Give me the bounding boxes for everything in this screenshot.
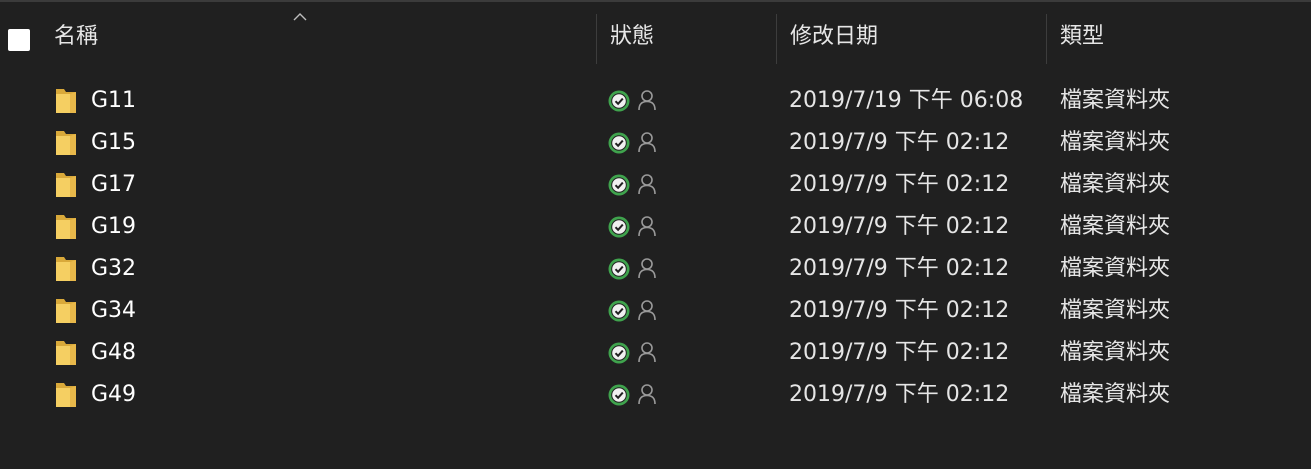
column-header-status[interactable]: 狀態 (610, 2, 775, 66)
file-row[interactable]: G48 2019/7/9 下午 02:12 檔案資料夾 (0, 332, 1311, 374)
check-circle-icon (608, 384, 630, 406)
check-circle-icon (608, 90, 630, 112)
folder-icon (56, 215, 76, 239)
file-name: G17 (91, 172, 137, 197)
folder-icon (56, 257, 76, 281)
person-icon (638, 300, 656, 321)
column-divider[interactable] (1046, 14, 1047, 64)
person-icon (638, 132, 656, 153)
file-modified-date: 2019/7/9 下午 02:12 (789, 214, 1010, 239)
file-name: G19 (91, 214, 137, 239)
file-type: 檔案資料夾 (1060, 88, 1171, 113)
column-divider[interactable] (596, 14, 597, 64)
folder-icon (56, 383, 76, 407)
folder-icon (56, 173, 76, 197)
check-circle-icon (608, 174, 630, 196)
file-name: G32 (91, 256, 137, 281)
file-name: G15 (91, 130, 137, 155)
file-modified-date: 2019/7/9 下午 02:12 (789, 298, 1010, 323)
column-header-type-label: 類型 (1060, 24, 1105, 49)
file-type: 檔案資料夾 (1060, 298, 1171, 323)
check-circle-icon (608, 300, 630, 322)
file-row[interactable]: G11 2019/7/19 下午 06:08 檔案資料夾 (0, 80, 1311, 122)
file-list: G11 2019/7/19 下午 06:08 檔案資料夾 G15 2019/7/… (0, 80, 1311, 416)
file-row[interactable]: G49 2019/7/9 下午 02:12 檔案資料夾 (0, 374, 1311, 416)
person-icon (638, 174, 656, 195)
check-circle-icon (608, 216, 630, 238)
column-header-name-label: 名稱 (54, 24, 99, 49)
column-header-type[interactable]: 類型 (1060, 2, 1300, 66)
check-circle-icon (608, 132, 630, 154)
folder-icon (56, 299, 76, 323)
column-header-modified-label: 修改日期 (790, 24, 879, 49)
file-row[interactable]: G34 2019/7/9 下午 02:12 檔案資料夾 (0, 290, 1311, 332)
file-modified-date: 2019/7/9 下午 02:12 (789, 340, 1010, 365)
folder-icon (56, 341, 76, 365)
file-row[interactable]: G15 2019/7/9 下午 02:12 檔案資料夾 (0, 122, 1311, 164)
file-modified-date: 2019/7/9 下午 02:12 (789, 256, 1010, 281)
file-type: 檔案資料夾 (1060, 172, 1171, 197)
file-name: G48 (91, 340, 137, 365)
person-icon (638, 342, 656, 363)
file-type: 檔案資料夾 (1060, 340, 1171, 365)
file-modified-date: 2019/7/9 下午 02:12 (789, 130, 1010, 155)
file-name: G49 (91, 382, 137, 407)
file-row[interactable]: G17 2019/7/9 下午 02:12 檔案資料夾 (0, 164, 1311, 206)
file-row[interactable]: G19 2019/7/9 下午 02:12 檔案資料夾 (0, 206, 1311, 248)
file-type: 檔案資料夾 (1060, 256, 1171, 281)
column-divider[interactable] (776, 14, 777, 64)
folder-icon (56, 131, 76, 155)
file-modified-date: 2019/7/9 下午 02:12 (789, 172, 1010, 197)
column-header-status-label: 狀態 (610, 24, 655, 49)
file-name: G11 (91, 88, 137, 113)
check-circle-icon (608, 342, 630, 364)
file-row[interactable]: G32 2019/7/9 下午 02:12 檔案資料夾 (0, 248, 1311, 290)
column-header-name[interactable]: 名稱 (54, 2, 594, 66)
person-icon (638, 258, 656, 279)
column-header-modified[interactable]: 修改日期 (790, 2, 1045, 66)
person-icon (638, 216, 656, 237)
file-name: G34 (91, 298, 137, 323)
file-type: 檔案資料夾 (1060, 214, 1171, 239)
column-header-bar: 名稱 狀態 修改日期 類型 (0, 2, 1311, 66)
person-icon (638, 384, 656, 405)
file-type: 檔案資料夾 (1060, 130, 1171, 155)
person-icon (638, 90, 656, 111)
file-explorer-details-view: 名稱 狀態 修改日期 類型 G11 2019/7/19 下午 06:08 檔案資… (0, 0, 1311, 469)
file-modified-date: 2019/7/19 下午 06:08 (789, 88, 1024, 113)
folder-icon (56, 89, 76, 113)
file-type: 檔案資料夾 (1060, 382, 1171, 407)
check-circle-icon (608, 258, 630, 280)
file-modified-date: 2019/7/9 下午 02:12 (789, 382, 1010, 407)
select-all-checkbox[interactable] (8, 29, 30, 51)
